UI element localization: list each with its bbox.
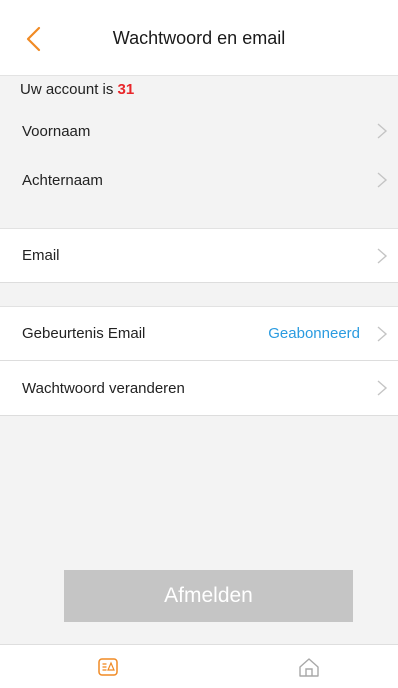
account-info: Uw account is 31 xyxy=(20,80,134,100)
device-list-icon xyxy=(98,658,118,676)
bottom-nav xyxy=(0,644,398,688)
row-last-name[interactable]: Achternaam xyxy=(0,157,398,203)
screen: Wachtwoord en email Uw account is 31 Voo… xyxy=(0,0,398,688)
row-label: Voornaam xyxy=(22,122,91,140)
header-bar: Wachtwoord en email xyxy=(0,0,398,76)
page-title: Wachtwoord en email xyxy=(112,28,286,48)
chevron-right-icon xyxy=(377,123,388,139)
chevron-right-icon xyxy=(377,325,388,342)
logout-button[interactable]: Afmelden xyxy=(64,570,353,622)
row-event-email[interactable]: Gebeurtenis Email Geabonneerd xyxy=(0,306,398,361)
account-number: 31 xyxy=(117,81,135,98)
row-first-name[interactable]: Voornaam xyxy=(0,104,398,159)
chevron-right-icon xyxy=(377,172,388,188)
row-label: Gebeurtenis Email xyxy=(22,325,146,342)
nav-devices[interactable] xyxy=(96,655,120,679)
row-label: Wachtwoord veranderen xyxy=(22,379,185,397)
chevron-right-icon xyxy=(377,247,388,264)
nav-home[interactable] xyxy=(297,655,321,679)
row-label: Email xyxy=(22,247,60,264)
row-change-password[interactable]: Wachtwoord veranderen xyxy=(0,361,398,416)
subscription-status: Geabonneerd xyxy=(268,325,360,342)
home-icon xyxy=(299,658,319,677)
chevron-right-icon xyxy=(377,380,388,396)
row-label: Achternaam xyxy=(22,171,103,189)
account-prefix: Uw account is xyxy=(20,81,114,98)
row-email[interactable]: Email xyxy=(0,228,398,283)
